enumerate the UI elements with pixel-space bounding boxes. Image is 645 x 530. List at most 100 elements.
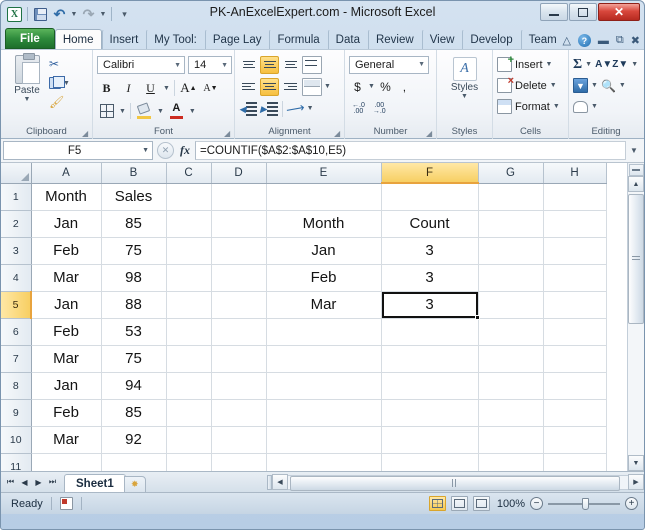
- cell-E1[interactable]: [266, 183, 382, 211]
- cell-B2[interactable]: 85: [101, 210, 167, 238]
- cell-D10[interactable]: [211, 426, 267, 454]
- cell-G6[interactable]: [478, 318, 544, 346]
- row-header-2[interactable]: 2: [1, 210, 32, 238]
- clear-icon[interactable]: [573, 100, 588, 113]
- cell-D4[interactable]: [211, 264, 267, 292]
- insert-cells-button[interactable]: Insert ▼: [497, 54, 560, 74]
- cell-D5[interactable]: [211, 291, 267, 319]
- record-macro-icon[interactable]: [59, 497, 73, 510]
- column-header-B[interactable]: B: [101, 163, 167, 184]
- cell-C6[interactable]: [166, 318, 212, 346]
- clipboard-dialog-launcher[interactable]: ◢: [82, 129, 91, 138]
- cell-G9[interactable]: [478, 399, 544, 427]
- cell-G11[interactable]: [478, 453, 544, 471]
- cell-G3[interactable]: [478, 237, 544, 265]
- cell-A1[interactable]: Month: [31, 183, 102, 211]
- cell-F5[interactable]: 3: [381, 291, 480, 320]
- vertical-scrollbar[interactable]: ▲ ▼: [627, 163, 644, 471]
- previous-sheet-icon[interactable]: ◀: [18, 478, 31, 487]
- cell-C11[interactable]: [166, 453, 212, 471]
- scroll-down-button[interactable]: ▼: [628, 455, 644, 471]
- chevron-down-icon[interactable]: ▼: [553, 103, 560, 110]
- cell-B1[interactable]: Sales: [101, 183, 167, 211]
- font-color-button[interactable]: A: [167, 102, 186, 121]
- decrease-decimal-button[interactable]: .00 →.0: [373, 102, 386, 115]
- cell-A3[interactable]: Feb: [31, 237, 102, 265]
- underline-button[interactable]: U: [141, 79, 160, 98]
- cell-H11[interactable]: [543, 453, 607, 471]
- cell-E3[interactable]: Jan: [266, 237, 382, 265]
- cell-E6[interactable]: [266, 318, 382, 346]
- tab-home[interactable]: Home: [54, 29, 102, 49]
- cell-A8[interactable]: Jan: [31, 372, 102, 400]
- cell-F8[interactable]: [381, 372, 479, 400]
- column-header-E[interactable]: E: [266, 163, 382, 184]
- clear-dropdown-icon[interactable]: ▼: [591, 103, 598, 110]
- tab-my-tools[interactable]: My Tool:: [146, 29, 205, 49]
- cell-E9[interactable]: [266, 399, 382, 427]
- next-sheet-icon[interactable]: ▶: [32, 478, 45, 487]
- cell-C8[interactable]: [166, 372, 212, 400]
- cell-E10[interactable]: [266, 426, 382, 454]
- scroll-up-button[interactable]: ▲: [628, 176, 644, 192]
- merge-center-button[interactable]: [302, 77, 322, 96]
- cell-F3[interactable]: 3: [381, 237, 479, 265]
- cell-F6[interactable]: [381, 318, 479, 346]
- cell-B7[interactable]: 75: [101, 345, 167, 373]
- cell-D9[interactable]: [211, 399, 267, 427]
- column-header-A[interactable]: A: [31, 163, 102, 184]
- cell-H5[interactable]: [543, 291, 607, 319]
- bold-button[interactable]: B: [97, 79, 116, 98]
- tab-page-layout[interactable]: Page Lay: [204, 29, 270, 49]
- autosum-dropdown-icon[interactable]: ▼: [585, 61, 592, 68]
- orientation-dropdown-icon[interactable]: ▼: [307, 105, 314, 112]
- cell-B11[interactable]: [101, 453, 167, 471]
- cell-D7[interactable]: [211, 345, 267, 373]
- sort-dropdown-icon[interactable]: ▼: [631, 61, 638, 68]
- styles-button[interactable]: A Styles ▼: [441, 53, 488, 100]
- row-header-6[interactable]: 6: [1, 318, 32, 346]
- split-handle-vertical[interactable]: [628, 164, 644, 176]
- cell-E7[interactable]: [266, 345, 382, 373]
- insert-worksheet-icon[interactable]: ✸: [123, 475, 146, 493]
- cell-H4[interactable]: [543, 264, 607, 292]
- number-format-combo[interactable]: General ▼: [349, 55, 429, 74]
- row-header-9[interactable]: 9: [1, 399, 32, 427]
- row-header-10[interactable]: 10: [1, 426, 32, 454]
- align-top-button[interactable]: [239, 56, 258, 74]
- cell-C7[interactable]: [166, 345, 212, 373]
- column-header-F[interactable]: F: [381, 163, 479, 184]
- cell-H2[interactable]: [543, 210, 607, 238]
- formula-bar-buttons[interactable]: ✕: [153, 142, 178, 159]
- cell-A5[interactable]: Jan: [31, 291, 102, 319]
- quick-access-toolbar[interactable]: X ↶ ▼ ↷ ▼ ▾: [1, 3, 133, 25]
- cell-A11[interactable]: [31, 453, 102, 471]
- cell-H8[interactable]: [543, 372, 607, 400]
- currency-button[interactable]: $: [349, 78, 366, 96]
- find-select-icon[interactable]: 🔍: [601, 79, 616, 93]
- cell-E11[interactable]: [266, 453, 382, 471]
- zoom-out-button[interactable]: −: [530, 497, 543, 510]
- scroll-right-button[interactable]: ▶: [628, 474, 644, 490]
- shrink-font-button[interactable]: A ▼: [201, 79, 220, 98]
- restore-down-icon[interactable]: ▬: [598, 35, 609, 47]
- cell-D3[interactable]: [211, 237, 267, 265]
- excel-logo-icon[interactable]: X: [6, 6, 23, 23]
- cell-C10[interactable]: [166, 426, 212, 454]
- cell-D2[interactable]: [211, 210, 267, 238]
- format-cells-button[interactable]: Format ▼: [497, 97, 560, 116]
- customize-qat-icon[interactable]: ▾: [116, 6, 133, 23]
- undo-icon[interactable]: ↶: [51, 6, 68, 23]
- wrap-text-button[interactable]: [302, 55, 322, 74]
- autosum-icon[interactable]: Σ: [573, 57, 582, 73]
- cell-F11[interactable]: [381, 453, 479, 471]
- font-dialog-launcher[interactable]: ◢: [224, 129, 233, 138]
- grid[interactable]: A B C D E F G H 1 Month Sales 2 Jan 85 M…: [1, 163, 627, 471]
- cell-G10[interactable]: [478, 426, 544, 454]
- fill-color-button[interactable]: [135, 101, 154, 121]
- tab-team[interactable]: Team: [520, 29, 565, 49]
- number-dialog-launcher[interactable]: ◢: [426, 129, 435, 138]
- horizontal-scroll-track[interactable]: [288, 474, 628, 491]
- cancel-formula-icon[interactable]: ✕: [157, 142, 174, 159]
- format-painter-button[interactable]: 🖌: [49, 94, 70, 110]
